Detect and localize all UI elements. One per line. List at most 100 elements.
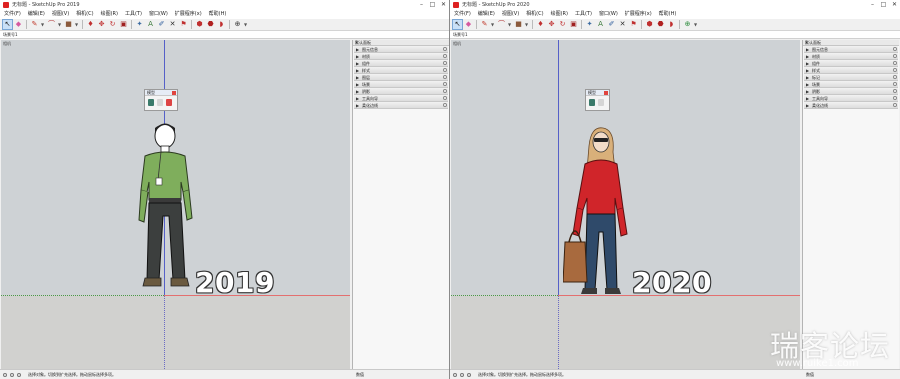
layout-send-icon[interactable]: ◗	[217, 20, 226, 29]
chevron-down-icon[interactable]: ▼	[508, 20, 512, 29]
rectangle-icon[interactable]: ■	[64, 20, 73, 29]
menu-edit[interactable]: 编辑(E)	[478, 10, 495, 19]
freehand-arc-icon[interactable]: ⌒	[47, 20, 56, 29]
chevron-down-icon[interactable]: ▼	[75, 20, 79, 29]
model-icon[interactable]	[148, 99, 154, 106]
chevron-down-icon[interactable]: ▼	[41, 20, 45, 29]
minimize-button[interactable]: –	[867, 0, 878, 10]
scene-tab[interactable]: 场景号1	[3, 31, 18, 39]
scale-icon[interactable]: ✕	[168, 20, 177, 29]
floating-panel[interactable]: 模型	[585, 89, 610, 111]
close-button[interactable]: ✕	[438, 0, 449, 10]
maximize-button[interactable]: □	[878, 0, 889, 10]
tray-item-soften-edges[interactable]: ▶ 柔化边线	[354, 102, 448, 109]
scene-tab[interactable]: 场景号1	[453, 31, 468, 39]
tray-item-shadows[interactable]: ▶ 阴影	[354, 88, 448, 95]
geo-location-icon[interactable]	[453, 373, 457, 377]
tape-measure-icon[interactable]: ✦	[135, 20, 144, 29]
offset-icon[interactable]: ▣	[119, 20, 128, 29]
cloud-icon[interactable]	[598, 99, 604, 106]
tray-item-styles[interactable]: ▶ 样式	[354, 67, 448, 74]
pencil-line-icon[interactable]: ✎	[480, 20, 489, 29]
close-button[interactable]: ✕	[889, 0, 900, 10]
eraser-icon[interactable]: ◆	[464, 20, 473, 29]
tray-item-scenes[interactable]: ▶ 场景	[804, 81, 898, 88]
tray-item-components[interactable]: ▶ 组件	[804, 60, 898, 67]
menu-edit[interactable]: 编辑(E)	[28, 10, 45, 19]
paint-bucket-icon[interactable]: ✐	[607, 20, 616, 29]
scale-figure-man[interactable]	[131, 120, 201, 298]
tray-item-layers[interactable]: ▶ 图层	[354, 74, 448, 81]
floating-panel[interactable]: 模型	[144, 89, 178, 111]
chevron-down-icon[interactable]: ▼	[525, 20, 529, 29]
tray-item-tags[interactable]: ▶ 标记	[804, 74, 898, 81]
model-icon[interactable]	[589, 99, 595, 106]
eraser-icon[interactable]: ◆	[14, 20, 23, 29]
tray-item-instructor[interactable]: ▶ 工具向导	[354, 95, 448, 102]
text-icon[interactable]: A	[146, 20, 155, 29]
menu-draw[interactable]: 绘图(R)	[101, 10, 118, 19]
credits-icon[interactable]	[460, 373, 464, 377]
menu-camera[interactable]: 相机(C)	[526, 10, 543, 19]
tray-item-materials[interactable]: ▶ 材质	[804, 53, 898, 60]
tray-item-instructor[interactable]: ▶ 工具向导	[804, 95, 898, 102]
close-icon[interactable]	[604, 91, 608, 95]
menu-draw[interactable]: 绘图(R)	[551, 10, 568, 19]
close-icon[interactable]	[172, 91, 176, 95]
warehouse-icon[interactable]: ⬢	[645, 20, 654, 29]
menu-view[interactable]: 视图(V)	[502, 10, 519, 19]
offset-icon[interactable]: ▣	[569, 20, 578, 29]
help-icon[interactable]	[17, 373, 21, 377]
modeling-viewport[interactable]: 相机 模型	[451, 40, 800, 369]
scale-figure-woman[interactable]	[563, 124, 635, 298]
push-pull-icon[interactable]: ♦	[536, 20, 545, 29]
zoom-extents-icon[interactable]: ⚑	[629, 20, 638, 29]
tray-item-entity-info[interactable]: ▶ 图元信息	[354, 46, 448, 53]
menu-extensions[interactable]: 扩展程序(x)	[625, 10, 652, 19]
menu-extensions[interactable]: 扩展程序(x)	[175, 10, 202, 19]
menu-window[interactable]: 窗口(W)	[599, 10, 618, 19]
select-arrow-icon[interactable]: ↖	[452, 19, 463, 30]
paint-bucket-icon[interactable]: ✐	[157, 20, 166, 29]
menu-tools[interactable]: 工具(T)	[575, 10, 592, 19]
rotate-icon[interactable]: ↻	[558, 20, 567, 29]
extension-warehouse-icon[interactable]: ⬣	[656, 20, 665, 29]
chevron-down-icon[interactable]: ▼	[58, 20, 62, 29]
maximize-button[interactable]: □	[427, 0, 438, 10]
credits-icon[interactable]	[10, 373, 14, 377]
menu-file[interactable]: 文件(F)	[454, 10, 471, 19]
tray-item-materials[interactable]: ▶ 材质	[354, 53, 448, 60]
menu-tools[interactable]: 工具(T)	[125, 10, 142, 19]
tape-measure-icon[interactable]: ✦	[585, 20, 594, 29]
tray-item-components[interactable]: ▶ 组件	[354, 60, 448, 67]
menu-window[interactable]: 窗口(W)	[149, 10, 168, 19]
move-icon[interactable]: ✥	[97, 20, 106, 29]
pencil-line-icon[interactable]: ✎	[30, 20, 39, 29]
push-pull-icon[interactable]: ♦	[86, 20, 95, 29]
text-icon[interactable]: A	[596, 20, 605, 29]
help-icon[interactable]	[467, 373, 471, 377]
chevron-down-icon[interactable]: ▼	[244, 20, 248, 29]
tray-item-styles[interactable]: ▶ 样式	[804, 67, 898, 74]
chevron-down-icon[interactable]: ▼	[491, 20, 495, 29]
user-account-icon[interactable]: ⊕	[683, 20, 692, 29]
menu-file[interactable]: 文件(F)	[4, 10, 21, 19]
warehouse-icon[interactable]: ⬢	[195, 20, 204, 29]
layout-send-icon[interactable]: ◗	[667, 20, 676, 29]
rotate-icon[interactable]: ↻	[108, 20, 117, 29]
cloud-icon[interactable]	[157, 99, 163, 106]
chevron-down-icon[interactable]: ▼	[694, 20, 698, 29]
minimize-button[interactable]: –	[416, 0, 427, 10]
menu-camera[interactable]: 相机(C)	[76, 10, 93, 19]
geo-location-icon[interactable]	[3, 373, 7, 377]
tray-item-shadows[interactable]: ▶ 阴影	[804, 88, 898, 95]
pin-icon[interactable]	[166, 99, 172, 106]
menu-help[interactable]: 帮助(H)	[659, 10, 677, 19]
tray-item-entity-info[interactable]: ▶ 图元信息	[804, 46, 898, 53]
zoom-extents-icon[interactable]: ⚑	[179, 20, 188, 29]
tray-item-scenes[interactable]: ▶ 场景	[354, 81, 448, 88]
rectangle-icon[interactable]: ■	[514, 20, 523, 29]
extension-warehouse-icon[interactable]: ⬣	[206, 20, 215, 29]
menu-help[interactable]: 帮助(H)	[209, 10, 227, 19]
move-icon[interactable]: ✥	[547, 20, 556, 29]
